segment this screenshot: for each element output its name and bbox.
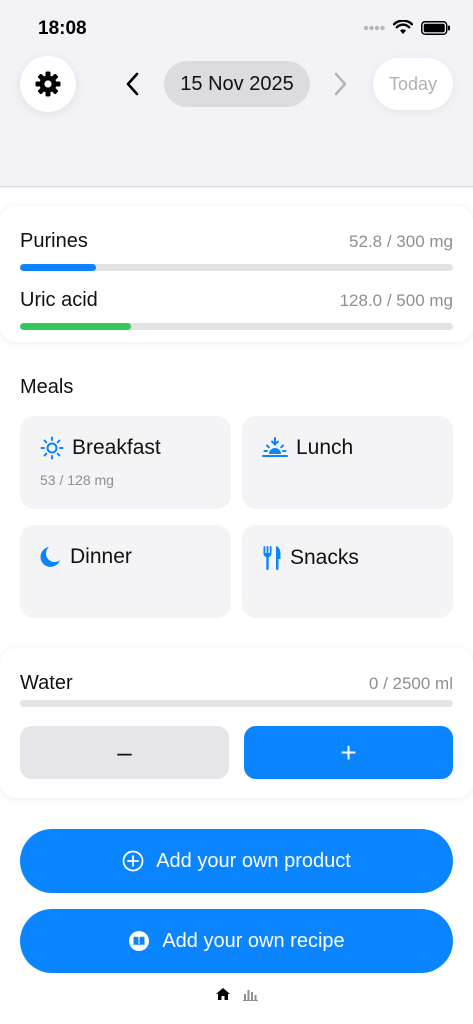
- date-selector[interactable]: 15 Nov 2025: [164, 61, 310, 107]
- water-decrement-button[interactable]: –: [20, 726, 229, 779]
- chevron-left-icon: [126, 72, 139, 96]
- purines-progress-fill: [20, 264, 97, 271]
- main-content: Purines 52.8 / 300 mg Uric acid 128.0 / …: [0, 188, 473, 1024]
- status-time: 18:08: [38, 18, 87, 39]
- fork-knife-icon: [263, 546, 281, 570]
- meal-tile-dinner[interactable]: Dinner: [20, 525, 231, 618]
- status-icons: [363, 20, 451, 35]
- water-value: 0 / 2500 ml: [368, 674, 453, 693]
- meal-name: Snacks: [290, 546, 359, 569]
- signal-icon: [363, 25, 385, 30]
- meal-name: Breakfast: [72, 436, 161, 459]
- stats-icon[interactable]: [242, 987, 259, 1001]
- water-progress-track: [20, 700, 453, 707]
- moon-icon: [40, 547, 60, 567]
- water-card: Water 0 / 2500 ml – +: [0, 648, 473, 798]
- meals-title: Meals: [20, 376, 74, 398]
- meal-name: Lunch: [296, 436, 354, 459]
- gear-icon: [35, 71, 61, 97]
- home-icon[interactable]: [215, 987, 231, 1001]
- water-label: Water: [20, 672, 73, 694]
- chevron-right-icon: [334, 72, 347, 96]
- meal-detail: 53 / 128 mg: [40, 472, 114, 488]
- uric-acid-value: 128.0 / 500 mg: [339, 291, 453, 310]
- intake-summary-card: Purines 52.8 / 300 mg Uric acid 128.0 / …: [0, 206, 473, 342]
- water-increment-button[interactable]: +: [244, 726, 453, 779]
- uric-acid-label: Uric acid: [20, 289, 98, 311]
- book-circle-icon: [129, 931, 150, 951]
- battery-icon: [421, 20, 450, 35]
- purines-label: Purines: [20, 230, 88, 252]
- plus-circle-icon: [122, 850, 144, 872]
- next-day-button[interactable]: [328, 72, 352, 96]
- meal-tile-lunch[interactable]: Lunch: [242, 416, 453, 509]
- add-product-button[interactable]: Add your own product: [20, 829, 453, 893]
- today-button[interactable]: Today: [373, 58, 453, 110]
- header: 18:08 15 Nov 2025 Today: [0, 0, 473, 187]
- uric-acid-progress-fill: [20, 323, 131, 330]
- meal-name: Dinner: [70, 545, 132, 568]
- tab-bar: [0, 984, 473, 1004]
- status-bar: 18:08: [0, 18, 473, 42]
- sunrise-icon: [262, 437, 288, 457]
- meal-tile-breakfast[interactable]: Breakfast 53 / 128 mg: [20, 416, 231, 509]
- meal-tile-snacks[interactable]: Snacks: [242, 525, 453, 618]
- previous-day-button[interactable]: [121, 72, 145, 96]
- add-recipe-button[interactable]: Add your own recipe: [20, 909, 453, 973]
- add-recipe-label: Add your own recipe: [162, 929, 345, 952]
- add-product-label: Add your own product: [156, 849, 351, 872]
- sun-icon: [40, 436, 64, 460]
- uric-acid-progress-track: [20, 323, 453, 330]
- settings-button[interactable]: [20, 56, 76, 112]
- purines-progress-track: [20, 264, 453, 271]
- wifi-icon: [393, 20, 413, 34]
- purines-value: 52.8 / 300 mg: [349, 232, 453, 251]
